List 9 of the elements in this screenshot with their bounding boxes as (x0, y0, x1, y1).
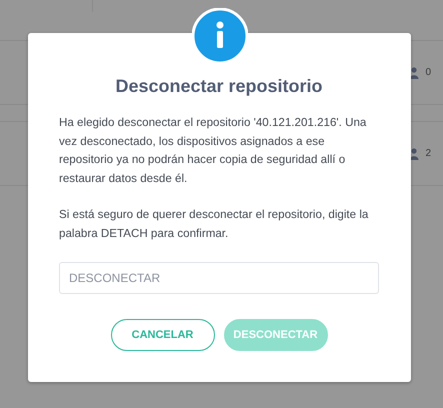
dialog-message: Ha elegido desconectar el repositorio '40.121.201.216'. Una vez desconectado, los dispositivos asignados a ese repositorio ya no podrán hacer copia de seguridad allí o restaurar datos desde él. (59, 115, 368, 186)
person-icon (409, 66, 420, 78)
device-count: 0 (425, 67, 431, 78)
confirm-input-field[interactable]: DESCONECTAR (59, 262, 379, 294)
dialog-message: Si está seguro de querer desconectar el repositorio, digite la palabra DETACH para confirmar. (59, 207, 370, 242)
dialog-title: Desconectar repositorio (114, 76, 324, 97)
cancel-button[interactable]: CANCELAR (110, 319, 214, 351)
person-icon (409, 148, 420, 160)
device-count: 2 (425, 148, 431, 159)
